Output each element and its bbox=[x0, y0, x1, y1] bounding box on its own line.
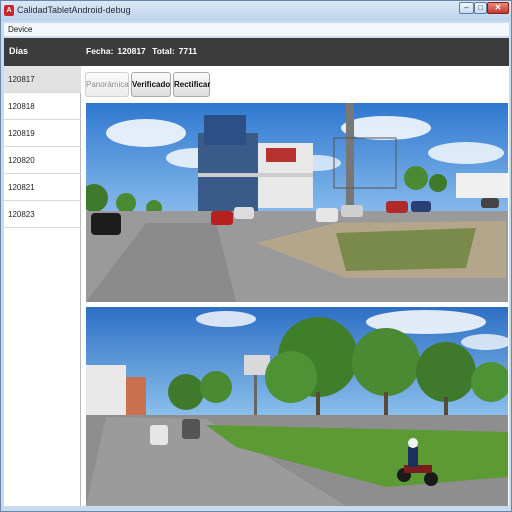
main-panel: Fecha: 120817 Total: 7711 Panorámica Verif… bbox=[81, 38, 509, 506]
app-window: A CalidadTabletAndroid-debug – □ ✕ Devic… bbox=[0, 0, 512, 512]
total-value: 7711 bbox=[178, 46, 198, 56]
day-item-120821[interactable]: 120821 bbox=[4, 174, 81, 201]
window-title: CalidadTabletAndroid-debug bbox=[17, 5, 131, 15]
close-button[interactable]: ✕ bbox=[487, 2, 509, 14]
day-item-120818[interactable]: 120818 bbox=[4, 93, 81, 120]
verificado-button[interactable]: Verificado bbox=[131, 72, 171, 97]
panorama-image-1 bbox=[86, 103, 508, 302]
rectificar-button[interactable]: Rectificar bbox=[173, 72, 210, 97]
menu-bar: Device bbox=[4, 23, 509, 37]
total-label: Total: bbox=[152, 46, 175, 56]
panorama-photo-1[interactable] bbox=[86, 103, 508, 302]
app-icon: A bbox=[4, 5, 14, 16]
title-bar[interactable]: A CalidadTabletAndroid-debug – □ ✕ bbox=[1, 1, 511, 21]
day-list: 120817 120818 120819 120820 120821 12082… bbox=[4, 66, 81, 228]
day-item-120820[interactable]: 120820 bbox=[4, 147, 81, 174]
panorama-image-2 bbox=[86, 307, 508, 506]
maximize-button[interactable]: □ bbox=[474, 2, 487, 14]
client-area: Dias 120817 120818 120819 120820 120821 … bbox=[4, 38, 509, 506]
minimize-button[interactable]: – bbox=[459, 2, 474, 14]
menu-device[interactable]: Device bbox=[8, 25, 32, 34]
sidebar-header: Dias bbox=[4, 38, 81, 66]
main-header: Fecha: 120817 Total: 7711 bbox=[81, 38, 509, 66]
panorama-photo-2[interactable] bbox=[86, 307, 508, 506]
fecha-label: Fecha: bbox=[86, 46, 114, 56]
day-item-120817[interactable]: 120817 bbox=[4, 66, 81, 93]
days-sidebar: Dias 120817 120818 120819 120820 120821 … bbox=[4, 38, 81, 506]
day-item-120823[interactable]: 120823 bbox=[4, 201, 81, 228]
day-item-120819[interactable]: 120819 bbox=[4, 120, 81, 147]
fecha-value: 120817 bbox=[117, 46, 146, 56]
panoramica-button[interactable]: Panorámica bbox=[85, 72, 129, 97]
